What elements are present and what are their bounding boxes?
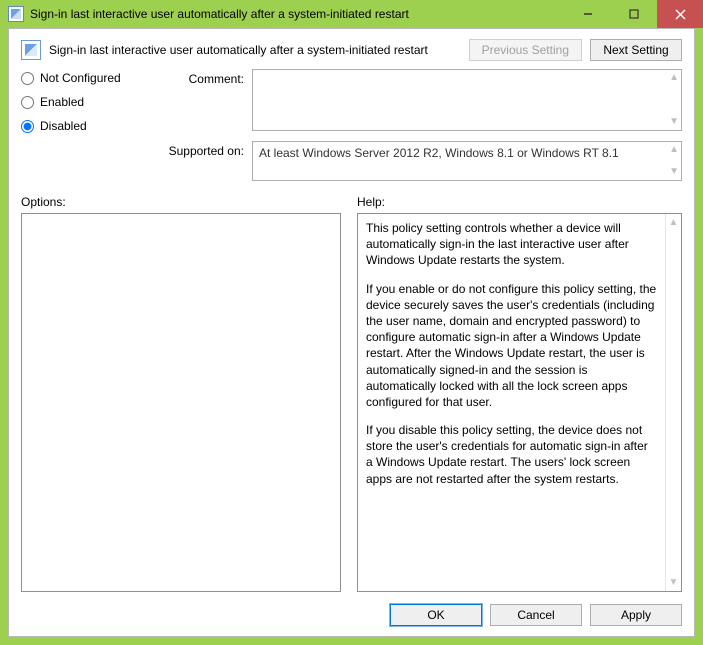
previous-setting-button[interactable]: Previous Setting [469,39,582,61]
help-pane: This policy setting controls whether a d… [357,213,682,592]
help-paragraph: If you disable this policy setting, the … [366,422,657,487]
window-frame: Sign-in last interactive user automatica… [0,0,703,645]
maximize-icon [629,9,639,19]
panes: This policy setting controls whether a d… [21,213,682,592]
supported-textbox: At least Windows Server 2012 R2, Windows… [252,141,682,181]
radio-disabled-label: Disabled [40,119,87,133]
cancel-button[interactable]: Cancel [490,604,582,626]
policy-title: Sign-in last interactive user automatica… [49,43,461,57]
scroll-up-icon: ▲ [669,73,679,83]
radio-not-configured-label: Not Configured [40,71,121,85]
titlebar[interactable]: Sign-in last interactive user automatica… [0,0,703,28]
comment-label: Comment: [164,69,244,86]
radio-enabled-input[interactable] [21,96,34,109]
pane-labels: Options: Help: [21,195,682,209]
nav-buttons: Previous Setting Next Setting [469,39,682,61]
options-label: Options: [21,195,341,209]
radio-enabled-label: Enabled [40,95,84,109]
app-icon [8,6,24,22]
close-button[interactable] [657,0,703,28]
policy-icon [21,40,41,60]
options-pane [21,213,341,592]
scroll-up-icon[interactable]: ▲ [669,217,679,228]
client-area: Sign-in last interactive user automatica… [8,28,695,637]
radio-disabled[interactable]: Disabled [21,119,156,133]
next-setting-button[interactable]: Next Setting [590,39,682,61]
comment-textbox[interactable]: ▲ ▼ [252,69,682,131]
help-paragraph: This policy setting controls whether a d… [366,220,657,269]
state-radios: Not Configured Enabled Disabled [21,69,156,133]
close-icon [675,9,686,20]
window-title: Sign-in last interactive user automatica… [30,7,565,21]
radio-not-configured-input[interactable] [21,72,34,85]
radio-enabled[interactable]: Enabled [21,95,156,109]
radio-not-configured[interactable]: Not Configured [21,71,156,85]
help-scrollbar[interactable]: ▲ ▼ [665,214,681,591]
help-text[interactable]: This policy setting controls whether a d… [358,214,665,591]
minimize-icon [583,9,593,19]
settings-grid: Not Configured Enabled Disabled Comment:… [21,69,682,181]
radio-disabled-input[interactable] [21,120,34,133]
scroll-down-icon[interactable]: ▼ [669,577,679,588]
scroll-down-icon: ▼ [669,167,679,177]
supported-label: Supported on: [164,141,244,158]
minimize-button[interactable] [565,0,611,28]
dialog-footer: OK Cancel Apply [21,592,682,626]
supported-text: At least Windows Server 2012 R2, Windows… [259,146,619,160]
window-buttons [565,0,703,28]
ok-button[interactable]: OK [390,604,482,626]
scroll-down-icon: ▼ [669,117,679,127]
dialog-header: Sign-in last interactive user automatica… [21,39,682,61]
maximize-button[interactable] [611,0,657,28]
scroll-up-icon: ▲ [669,145,679,155]
help-paragraph: If you enable or do not configure this p… [366,281,657,411]
help-label: Help: [357,195,385,209]
apply-button[interactable]: Apply [590,604,682,626]
